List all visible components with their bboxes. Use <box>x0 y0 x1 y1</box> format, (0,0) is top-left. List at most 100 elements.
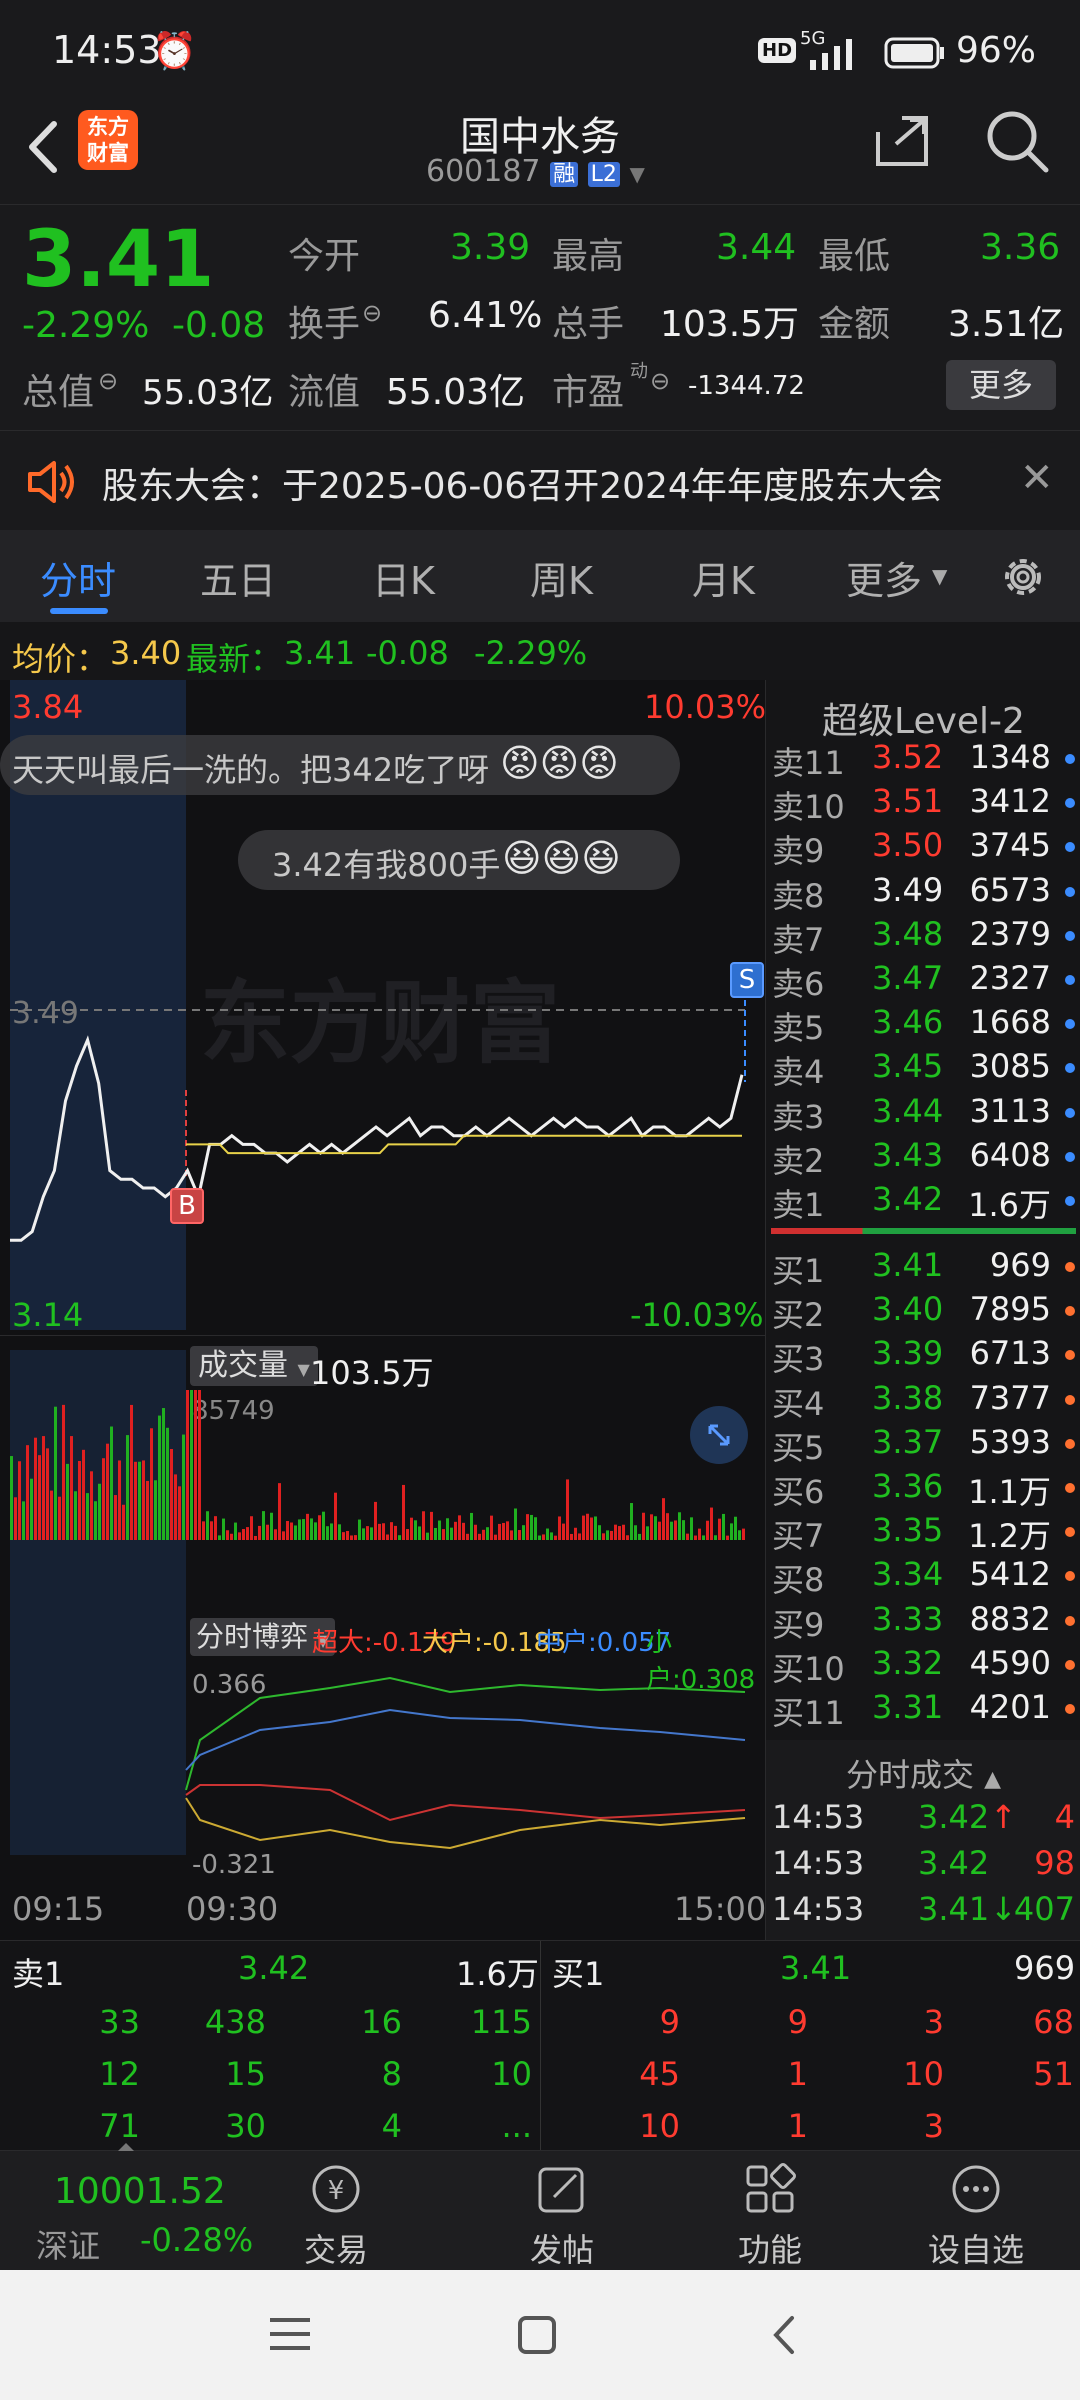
tab-intraday[interactable]: 分时 <box>40 550 116 605</box>
order-book-row[interactable]: 卖4 3.45 3085 <box>766 1047 1080 1091</box>
volume-bar <box>598 1525 601 1540</box>
stock-code: 600187 <box>426 154 541 189</box>
volume-bar <box>14 1497 17 1540</box>
volume-bar <box>522 1525 525 1540</box>
buy-marker[interactable]: B <box>170 1188 204 1224</box>
volume-bar <box>154 1480 157 1540</box>
queue-sell-cell: ... <box>501 2107 532 2145</box>
nav-trade[interactable]: ¥ 交易 <box>256 2161 416 2271</box>
order-book-row[interactable]: 买3 3.39 6713 <box>766 1334 1080 1378</box>
level2-panel[interactable]: 超级Level-2 卖11 3.52 1348 卖10 3.51 3412 卖9 3.50 37… <box>765 680 1080 1940</box>
queue-dot-icon <box>1065 1483 1075 1493</box>
tab-more[interactable]: 更多 <box>846 550 922 605</box>
volume-bar <box>362 1528 365 1540</box>
queue-sell-cell: 8 <box>381 2055 402 2093</box>
chevron-up-icon: ▲ <box>984 1767 1002 1792</box>
queue-sell-label: 卖1 <box>12 1955 65 1993</box>
volume-bar <box>398 1535 401 1540</box>
status-time: 14:53 <box>52 28 162 72</box>
tab-daily-k[interactable]: 日K <box>372 550 435 605</box>
info-icon[interactable]: ⊖ <box>650 367 670 395</box>
order-book-row[interactable]: 买5 3.37 5393 <box>766 1423 1080 1467</box>
volume-label: 总手 <box>552 304 625 345</box>
order-book-row[interactable]: 买4 3.38 7377 <box>766 1379 1080 1423</box>
volume-bar <box>530 1514 533 1540</box>
order-price: 3.41 <box>872 1246 944 1284</box>
stock-code-row: 600187 融 L2 ▼ <box>426 154 686 189</box>
order-price: 3.37 <box>872 1422 944 1461</box>
order-book-row[interactable]: 卖3 3.44 3113 <box>766 1092 1080 1136</box>
volume-bar <box>366 1526 369 1540</box>
time-start: 09:15 <box>12 1890 105 1928</box>
order-book-row[interactable]: 卖11 3.52 1348 <box>766 738 1080 782</box>
order-book-row[interactable]: 卖2 3.43 6408 <box>766 1136 1080 1180</box>
order-book-row[interactable]: 买9 3.33 8832 <box>766 1600 1080 1644</box>
order-book-row[interactable]: 卖8 3.49 6573 <box>766 871 1080 915</box>
volume-indicator-select[interactable]: 成交量 ▼ <box>190 1346 318 1386</box>
volume-bar <box>566 1479 569 1540</box>
tab-weekly-k[interactable]: 周K <box>530 550 593 605</box>
nav-functions[interactable]: 功能 <box>690 2161 850 2271</box>
index-value[interactable]: 10001.52 <box>54 2171 226 2212</box>
order-book-row[interactable]: 买10 3.32 4590 <box>766 1644 1080 1688</box>
order-book-row[interactable]: 买6 3.36 1.1万 <box>766 1467 1080 1511</box>
trades-title[interactable]: 分时成交 ▲ <box>766 1750 1080 1796</box>
volume-bar <box>698 1528 701 1540</box>
order-level-label: 买4 <box>772 1384 825 1423</box>
menu-icon[interactable] <box>268 2314 312 2358</box>
tab-five-day[interactable]: 五日 <box>200 550 276 605</box>
trade-price: 3.42 <box>918 1844 990 1882</box>
back-nav-icon[interactable] <box>766 2312 802 2362</box>
dropdown-icon[interactable]: ▼ <box>629 162 644 186</box>
volume-bar <box>30 1478 33 1540</box>
order-level-label: 买7 <box>772 1517 825 1556</box>
nav-post[interactable]: 发帖 <box>482 2161 642 2271</box>
volume-bar <box>50 1490 53 1540</box>
volume-bar <box>446 1518 449 1540</box>
order-book-row[interactable]: 卖9 3.50 3745 <box>766 826 1080 870</box>
order-book-row[interactable]: 买11 3.31 4201 <box>766 1688 1080 1732</box>
order-book-row[interactable]: 买2 3.40 7895 <box>766 1290 1080 1334</box>
order-level-label: 卖7 <box>772 920 825 959</box>
order-book-row[interactable]: 买1 3.41 969 <box>766 1246 1080 1290</box>
volume-bar <box>186 1390 189 1540</box>
volume-bar <box>98 1483 101 1540</box>
order-price: 3.31 <box>872 1688 944 1726</box>
home-icon[interactable] <box>516 2314 560 2360</box>
share-icon[interactable] <box>872 110 932 174</box>
volume-bar <box>314 1522 317 1540</box>
order-book-row[interactable]: 卖7 3.48 2379 <box>766 915 1080 959</box>
tab-monthly-k[interactable]: 月K <box>692 550 755 605</box>
order-level-label: 买5 <box>772 1428 825 1467</box>
search-icon[interactable] <box>984 108 1050 178</box>
order-book-row[interactable]: 卖6 3.47 2327 <box>766 959 1080 1003</box>
order-book-row[interactable]: 卖5 3.46 1668 <box>766 1003 1080 1047</box>
volume-bar <box>534 1517 537 1540</box>
chevron-up-icon[interactable] <box>118 2143 134 2151</box>
volume-bar <box>62 1404 65 1540</box>
info-icon[interactable]: ⊖ <box>362 299 382 327</box>
speaker-icon <box>24 457 76 511</box>
close-icon[interactable]: ✕ <box>1020 455 1054 501</box>
queue-dot-icon <box>1065 1615 1075 1626</box>
order-book-row[interactable]: 买7 3.35 1.2万 <box>766 1511 1080 1555</box>
intraday-chart[interactable]: 东方财富 3.84 10.03% 3.14 -10.03% 3.49 天天叫最后… <box>0 680 766 1940</box>
nav-watchlist[interactable]: 设自选 <box>896 2161 1056 2271</box>
volume-bar <box>538 1535 541 1540</box>
gear-icon[interactable] <box>998 552 1048 606</box>
volume-bar <box>618 1526 621 1540</box>
order-book-row[interactable]: 卖10 3.51 3412 <box>766 782 1080 826</box>
sell-marker[interactable]: S <box>730 962 764 998</box>
order-volume: 3085 <box>969 1047 1051 1086</box>
order-book-row[interactable]: 买8 3.34 5412 <box>766 1555 1080 1599</box>
more-button[interactable]: 更多 <box>946 360 1056 410</box>
info-icon[interactable]: ⊖ <box>98 367 118 395</box>
volume-bar <box>526 1514 529 1540</box>
volume-bar <box>266 1524 269 1540</box>
flow-lines <box>185 1676 746 1850</box>
turnover-label: 换手 <box>288 304 361 345</box>
order-book-row[interactable]: 卖1 3.42 1.6万 <box>766 1180 1080 1224</box>
queue-dot-icon <box>1065 886 1075 897</box>
notice-bar[interactable]: 股东大会：于2025-06-06召开2024年年度股东大会 ✕ <box>0 430 1080 531</box>
volume-bar <box>214 1516 217 1540</box>
